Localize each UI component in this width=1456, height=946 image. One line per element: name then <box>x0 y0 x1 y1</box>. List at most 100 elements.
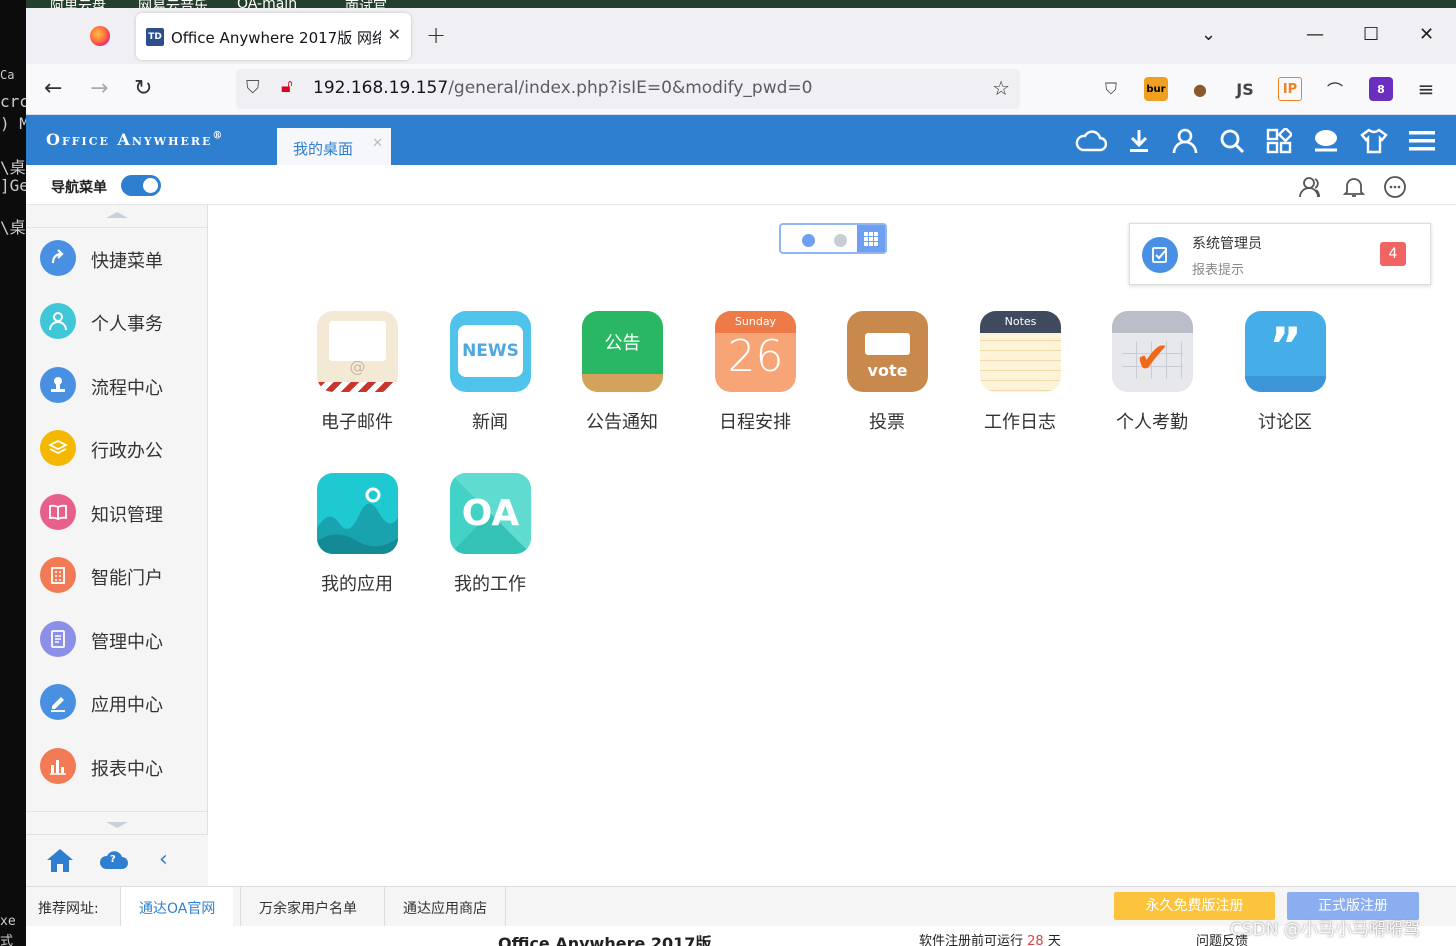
pocket-icon[interactable]: ⛉ <box>1099 77 1123 101</box>
app-my-apps[interactable]: 我的应用 <box>296 473 416 603</box>
nav-menu-toggle[interactable] <box>121 175 161 196</box>
collapse-sidebar-icon[interactable]: ‹ <box>159 847 168 872</box>
cloud-icon[interactable] <box>1074 127 1108 155</box>
tab-title: Office Anywhere 2017版 网络 <box>171 29 381 47</box>
sidebar-scroll-up-icon[interactable] <box>106 212 128 218</box>
report-check-icon <box>1142 237 1178 273</box>
online-users-icon[interactable] <box>1299 175 1323 199</box>
cookie-extension-icon[interactable]: ● <box>1188 77 1212 101</box>
app-work-log[interactable]: Notes 工作日志 <box>959 311 1079 441</box>
close-window-button[interactable]: ✕ <box>1419 24 1434 45</box>
tab-favicon-icon: TD <box>146 28 164 46</box>
tracking-shield-icon[interactable]: ⛉ <box>246 77 260 98</box>
terminal-line: Ca <box>0 68 15 82</box>
toggle-knob <box>143 178 158 193</box>
purple-extension-icon[interactable]: 8 <box>1369 77 1393 101</box>
app-label: 工作日志 <box>984 412 1056 433</box>
app-vote[interactable]: vote 投票 <box>826 311 946 441</box>
minimize-button[interactable]: — <box>1306 24 1324 45</box>
search-icon[interactable] <box>1215 127 1249 155</box>
sidebar-item-label: 管理中心 <box>91 632 163 653</box>
main-menu-icon[interactable] <box>1405 127 1439 155</box>
sidebar-scroll-down-icon[interactable] <box>106 822 128 828</box>
app-label: 投票 <box>869 412 905 433</box>
sidebar-item-admin-office[interactable]: 行政办公 <box>26 418 208 478</box>
building-icon <box>40 557 76 593</box>
tab-close-icon[interactable]: ✕ <box>372 136 383 151</box>
sidebar-item-workflow[interactable]: 流程中心 <box>26 355 208 415</box>
home-icon[interactable] <box>46 847 74 877</box>
bar-chart-icon <box>40 748 76 784</box>
desktop-top-strip: oft 阿里云盘 网易云音乐 OA-main 面试官 <box>0 0 1456 15</box>
url-text[interactable]: 192.168.19.157/general/index.php?isIE=0&… <box>313 78 812 98</box>
notification-subject: 报表提示 <box>1192 263 1245 278</box>
cloud-help-icon[interactable]: ? <box>99 848 129 872</box>
announcement-glyph: 公告 <box>604 333 641 354</box>
burp-extension-icon[interactable]: bur <box>1144 77 1168 101</box>
sidebar-item-personal[interactable]: 个人事务 <box>26 291 208 351</box>
app-discussion[interactable]: ” 讨论区 <box>1224 311 1344 441</box>
tab-my-desktop[interactable]: 我的桌面 ✕ <box>277 128 391 165</box>
user-icon[interactable] <box>1168 127 1202 155</box>
tab-my-desktop-label: 我的桌面 <box>293 140 354 158</box>
chat-icon[interactable] <box>1309 127 1343 155</box>
insecure-lock-icon[interactable]: 🔓︎ <box>281 76 293 97</box>
vote-glyph: vote <box>867 361 908 380</box>
trial-suffix: 天 <box>1047 934 1061 946</box>
sidebar-item-shortcut[interactable]: 快捷菜单 <box>26 228 208 288</box>
app-news[interactable]: NEWS 新闻 <box>429 311 549 441</box>
terminal-window-edge: Ca crc ) M \桌 ]Ge \桌 xe 式 <box>0 0 26 946</box>
browser-tab-active[interactable]: TD Office Anywhere 2017版 网络 ✕ <box>136 13 411 60</box>
layers-icon <box>40 430 76 466</box>
sidebar-item-reports[interactable]: 报表中心 <box>26 736 208 796</box>
url-host: 192.168.19.157 <box>313 78 449 98</box>
terminal-line: ]Ge <box>0 176 26 195</box>
view-switcher[interactable] <box>779 223 887 254</box>
tab-list-chevron-icon[interactable]: ⌄ <box>1201 24 1216 45</box>
sidebar-item-knowledge[interactable]: 知识管理 <box>26 482 208 542</box>
attendance-icon: ✔ <box>1112 311 1193 392</box>
footer-link-app-store[interactable]: 通达应用商店 <box>384 887 506 927</box>
footer-link-official-site[interactable]: 通达OA官网 <box>120 887 234 927</box>
back-button[interactable]: ← <box>44 76 62 101</box>
apps-grid-icon[interactable] <box>1262 127 1296 155</box>
bookmark-star-icon[interactable]: ☆ <box>992 76 1010 100</box>
app-attendance[interactable]: ✔ 个人考勤 <box>1091 311 1211 441</box>
sidebar-item-label: 报表中心 <box>91 759 163 780</box>
app-label: 个人考勤 <box>1116 412 1188 433</box>
grid-view-icon[interactable] <box>857 225 885 252</box>
sidebar-item-management[interactable]: 管理中心 <box>26 609 208 669</box>
app-label: 我的应用 <box>321 574 393 595</box>
page-dot-active[interactable] <box>802 234 815 247</box>
app-email[interactable]: @ 电子邮件 <box>296 311 416 441</box>
new-tab-button[interactable]: + <box>426 21 446 49</box>
maximize-button[interactable]: ☐ <box>1363 24 1379 45</box>
download-icon[interactable] <box>1122 127 1156 155</box>
notification-sender: 系统管理员 <box>1192 236 1262 252</box>
sidebar-item-label: 应用中心 <box>91 695 163 716</box>
notes-icon: Notes <box>980 311 1061 392</box>
sidebar-item-label: 快捷菜单 <box>91 251 163 272</box>
firefox-icon[interactable] <box>90 26 110 46</box>
browser-menu-icon[interactable]: ≡ <box>1414 77 1438 101</box>
sidebar-item-label: 个人事务 <box>91 314 163 335</box>
message-icon[interactable] <box>1383 175 1407 199</box>
url-path: /general/index.php?isIE=0&modify_pwd=0 <box>448 78 813 98</box>
app-my-work[interactable]: OA 我的工作 <box>429 473 549 603</box>
js-extension-icon[interactable]: JS <box>1233 77 1257 101</box>
report-notification-card[interactable]: 系统管理员 报表提示 4 <box>1129 223 1431 285</box>
page-dot[interactable] <box>834 234 847 247</box>
forward-button[interactable]: → <box>90 76 108 101</box>
app-announcement[interactable]: 公告 公告通知 <box>561 311 681 441</box>
skin-tshirt-icon[interactable] <box>1357 127 1391 155</box>
app-calendar[interactable]: Sunday 26 日程安排 <box>694 311 814 441</box>
reload-button[interactable]: ↻ <box>134 76 152 101</box>
notification-bell-icon[interactable] <box>1342 175 1366 199</box>
hat-extension-icon[interactable]: ⌒ <box>1323 77 1347 101</box>
url-bar[interactable]: ⛉ 🔓︎ 192.168.19.157/general/index.php?is… <box>236 69 1020 109</box>
sidebar-item-portal[interactable]: 智能门户 <box>26 545 208 605</box>
tab-close-icon[interactable]: ✕ <box>388 25 401 44</box>
footer-link-user-list[interactable]: 万余家用户名单 <box>240 887 375 927</box>
sidebar-item-app-center[interactable]: 应用中心 <box>26 672 208 732</box>
ip-extension-icon[interactable]: IP <box>1278 77 1302 101</box>
